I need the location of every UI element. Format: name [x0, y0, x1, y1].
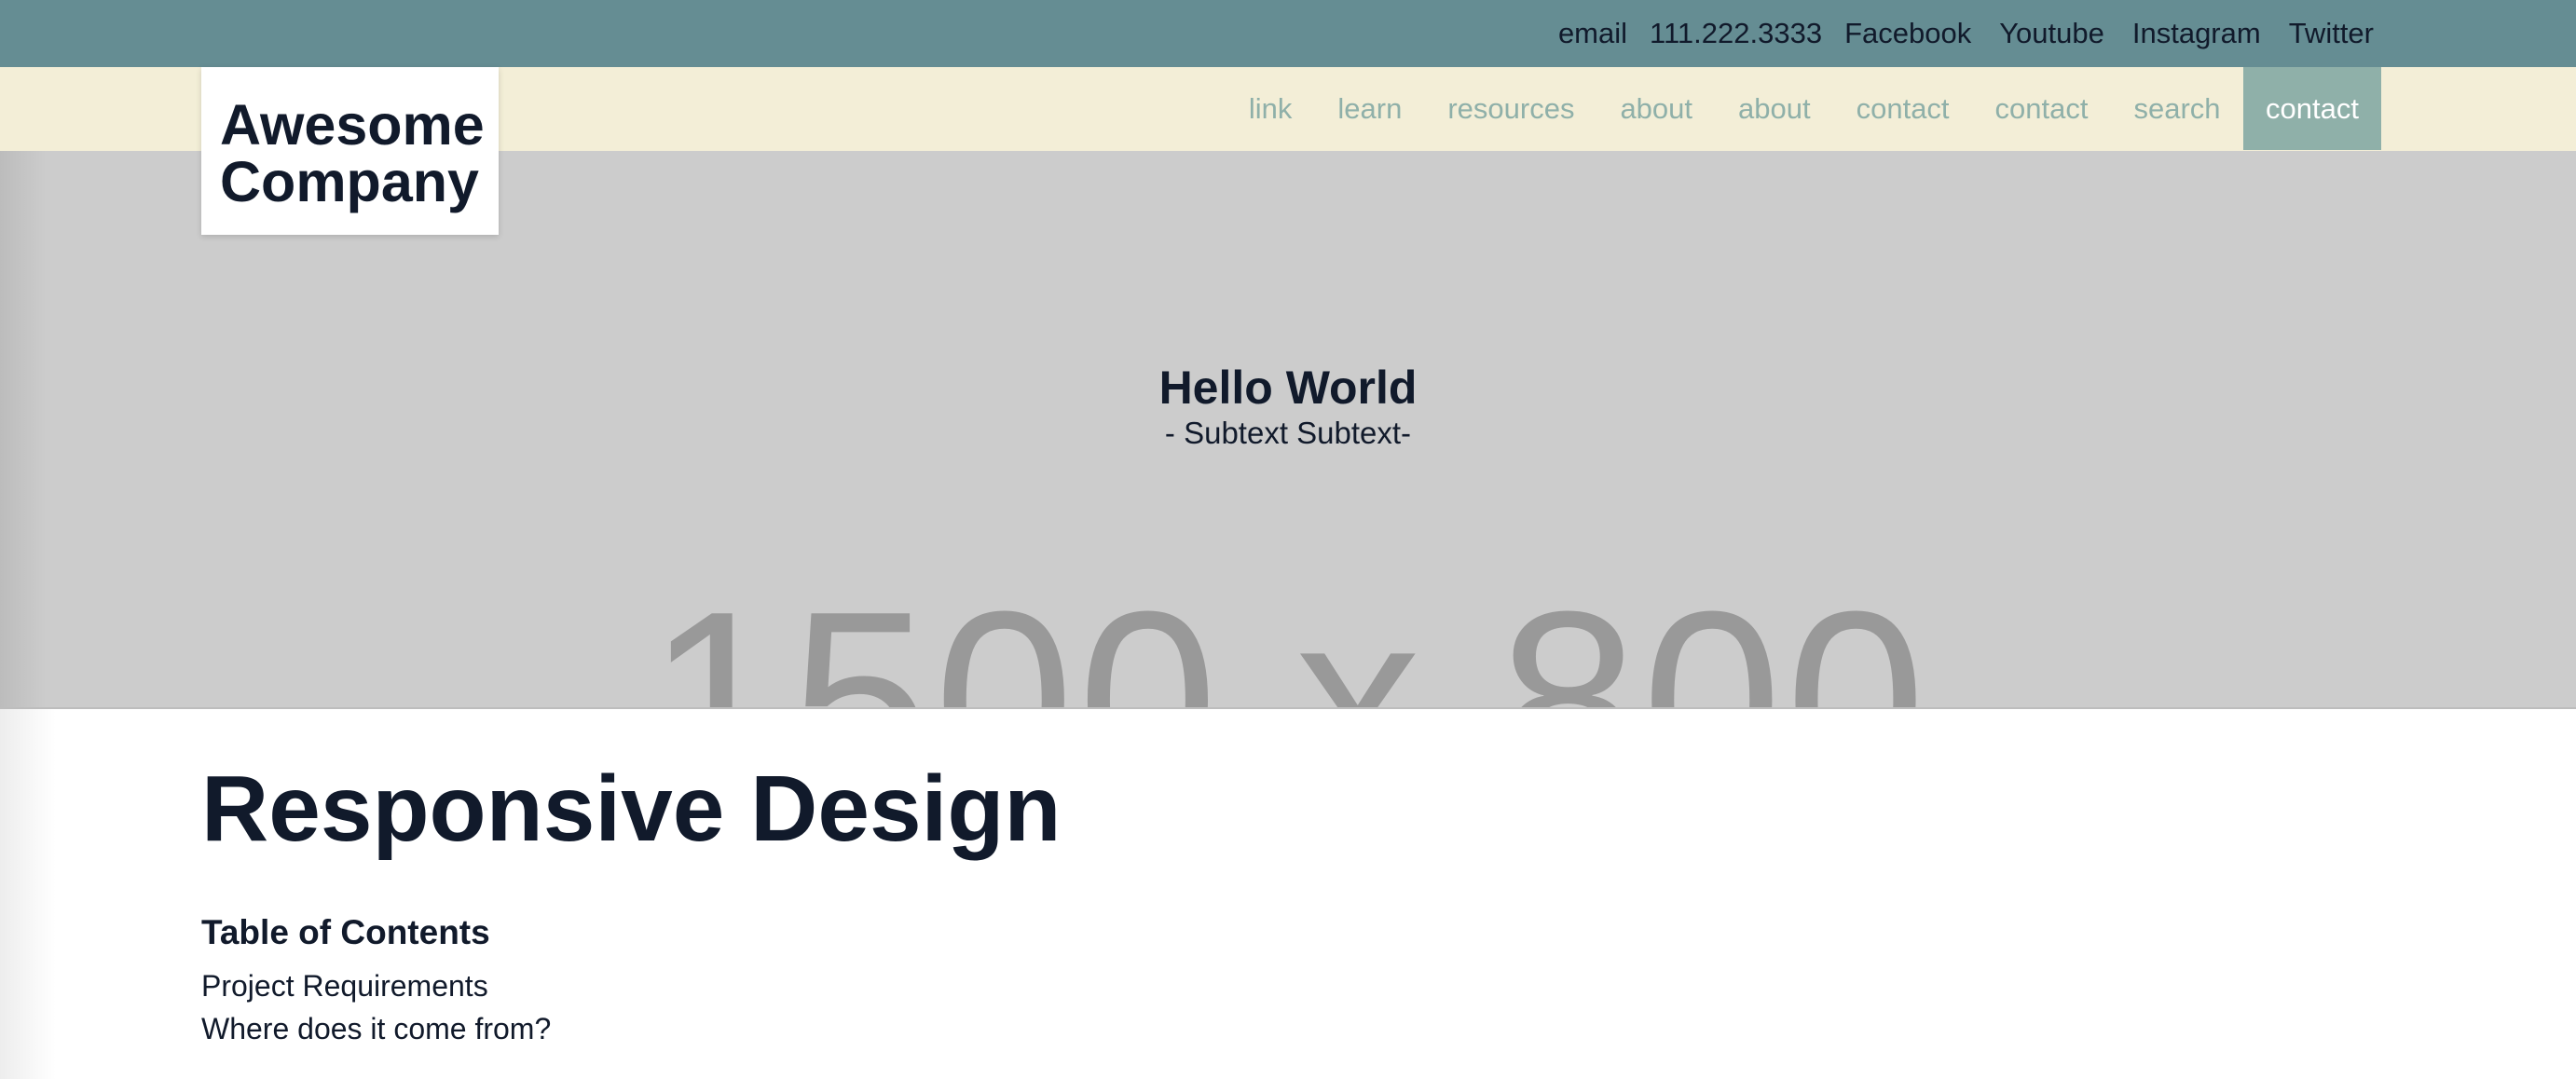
nav-item-contact-2[interactable]: contact	[1972, 67, 2111, 150]
hero-title: Hello World	[1158, 362, 1418, 414]
hero-subtitle: - Subtext Subtext-	[1164, 416, 1412, 450]
phone-link[interactable]: 111.222.3333	[1650, 17, 1822, 50]
left-edge-shadow	[0, 709, 56, 1079]
nav-item-learn[interactable]: learn	[1315, 67, 1425, 150]
instagram-link[interactable]: Instagram	[2132, 17, 2261, 50]
toc-link-project-requirements[interactable]: Project Requirements	[201, 969, 488, 1003]
top-utility-bar: email 111.222.3333 Facebook Youtube Inst…	[0, 0, 2576, 67]
logo-line-1: Awesome	[220, 93, 485, 157]
nav-item-search[interactable]: search	[2111, 67, 2243, 150]
page-title: Responsive Design	[201, 757, 1062, 861]
toc-item: Where does it come from?	[201, 1007, 551, 1050]
toc-list: Project Requirements Where does it come …	[201, 964, 551, 1050]
nav-item-about-2[interactable]: about	[1716, 67, 1834, 150]
email-link[interactable]: email	[1558, 17, 1627, 50]
nav-item-link[interactable]: link	[1226, 67, 1315, 150]
toc-link-where-does-it-come-from[interactable]: Where does it come from?	[201, 1012, 551, 1045]
facebook-link[interactable]: Facebook	[1844, 17, 1971, 50]
twitter-link[interactable]: Twitter	[2289, 17, 2374, 50]
nav-item-about[interactable]: about	[1597, 67, 1716, 150]
logo-line-2: Company	[220, 150, 479, 213]
nav-menu: link learn resources about about contact…	[1226, 67, 2381, 150]
company-logo[interactable]: Awesome Company	[201, 67, 499, 235]
hero-placeholder-image-label: 1500 x 800	[646, 560, 1930, 710]
nav-item-contact-active[interactable]: contact	[2243, 67, 2381, 150]
toc-item: Project Requirements	[201, 964, 551, 1007]
nav-item-contact[interactable]: contact	[1833, 67, 1972, 150]
hero-divider	[0, 707, 2576, 709]
top-links: email 111.222.3333 Facebook Youtube Inst…	[1558, 0, 2374, 67]
logo-text: Awesome Company	[220, 97, 485, 211]
toc-heading: Table of Contents	[201, 913, 490, 951]
youtube-link[interactable]: Youtube	[1999, 17, 2104, 50]
nav-item-resources[interactable]: resources	[1425, 67, 1597, 150]
